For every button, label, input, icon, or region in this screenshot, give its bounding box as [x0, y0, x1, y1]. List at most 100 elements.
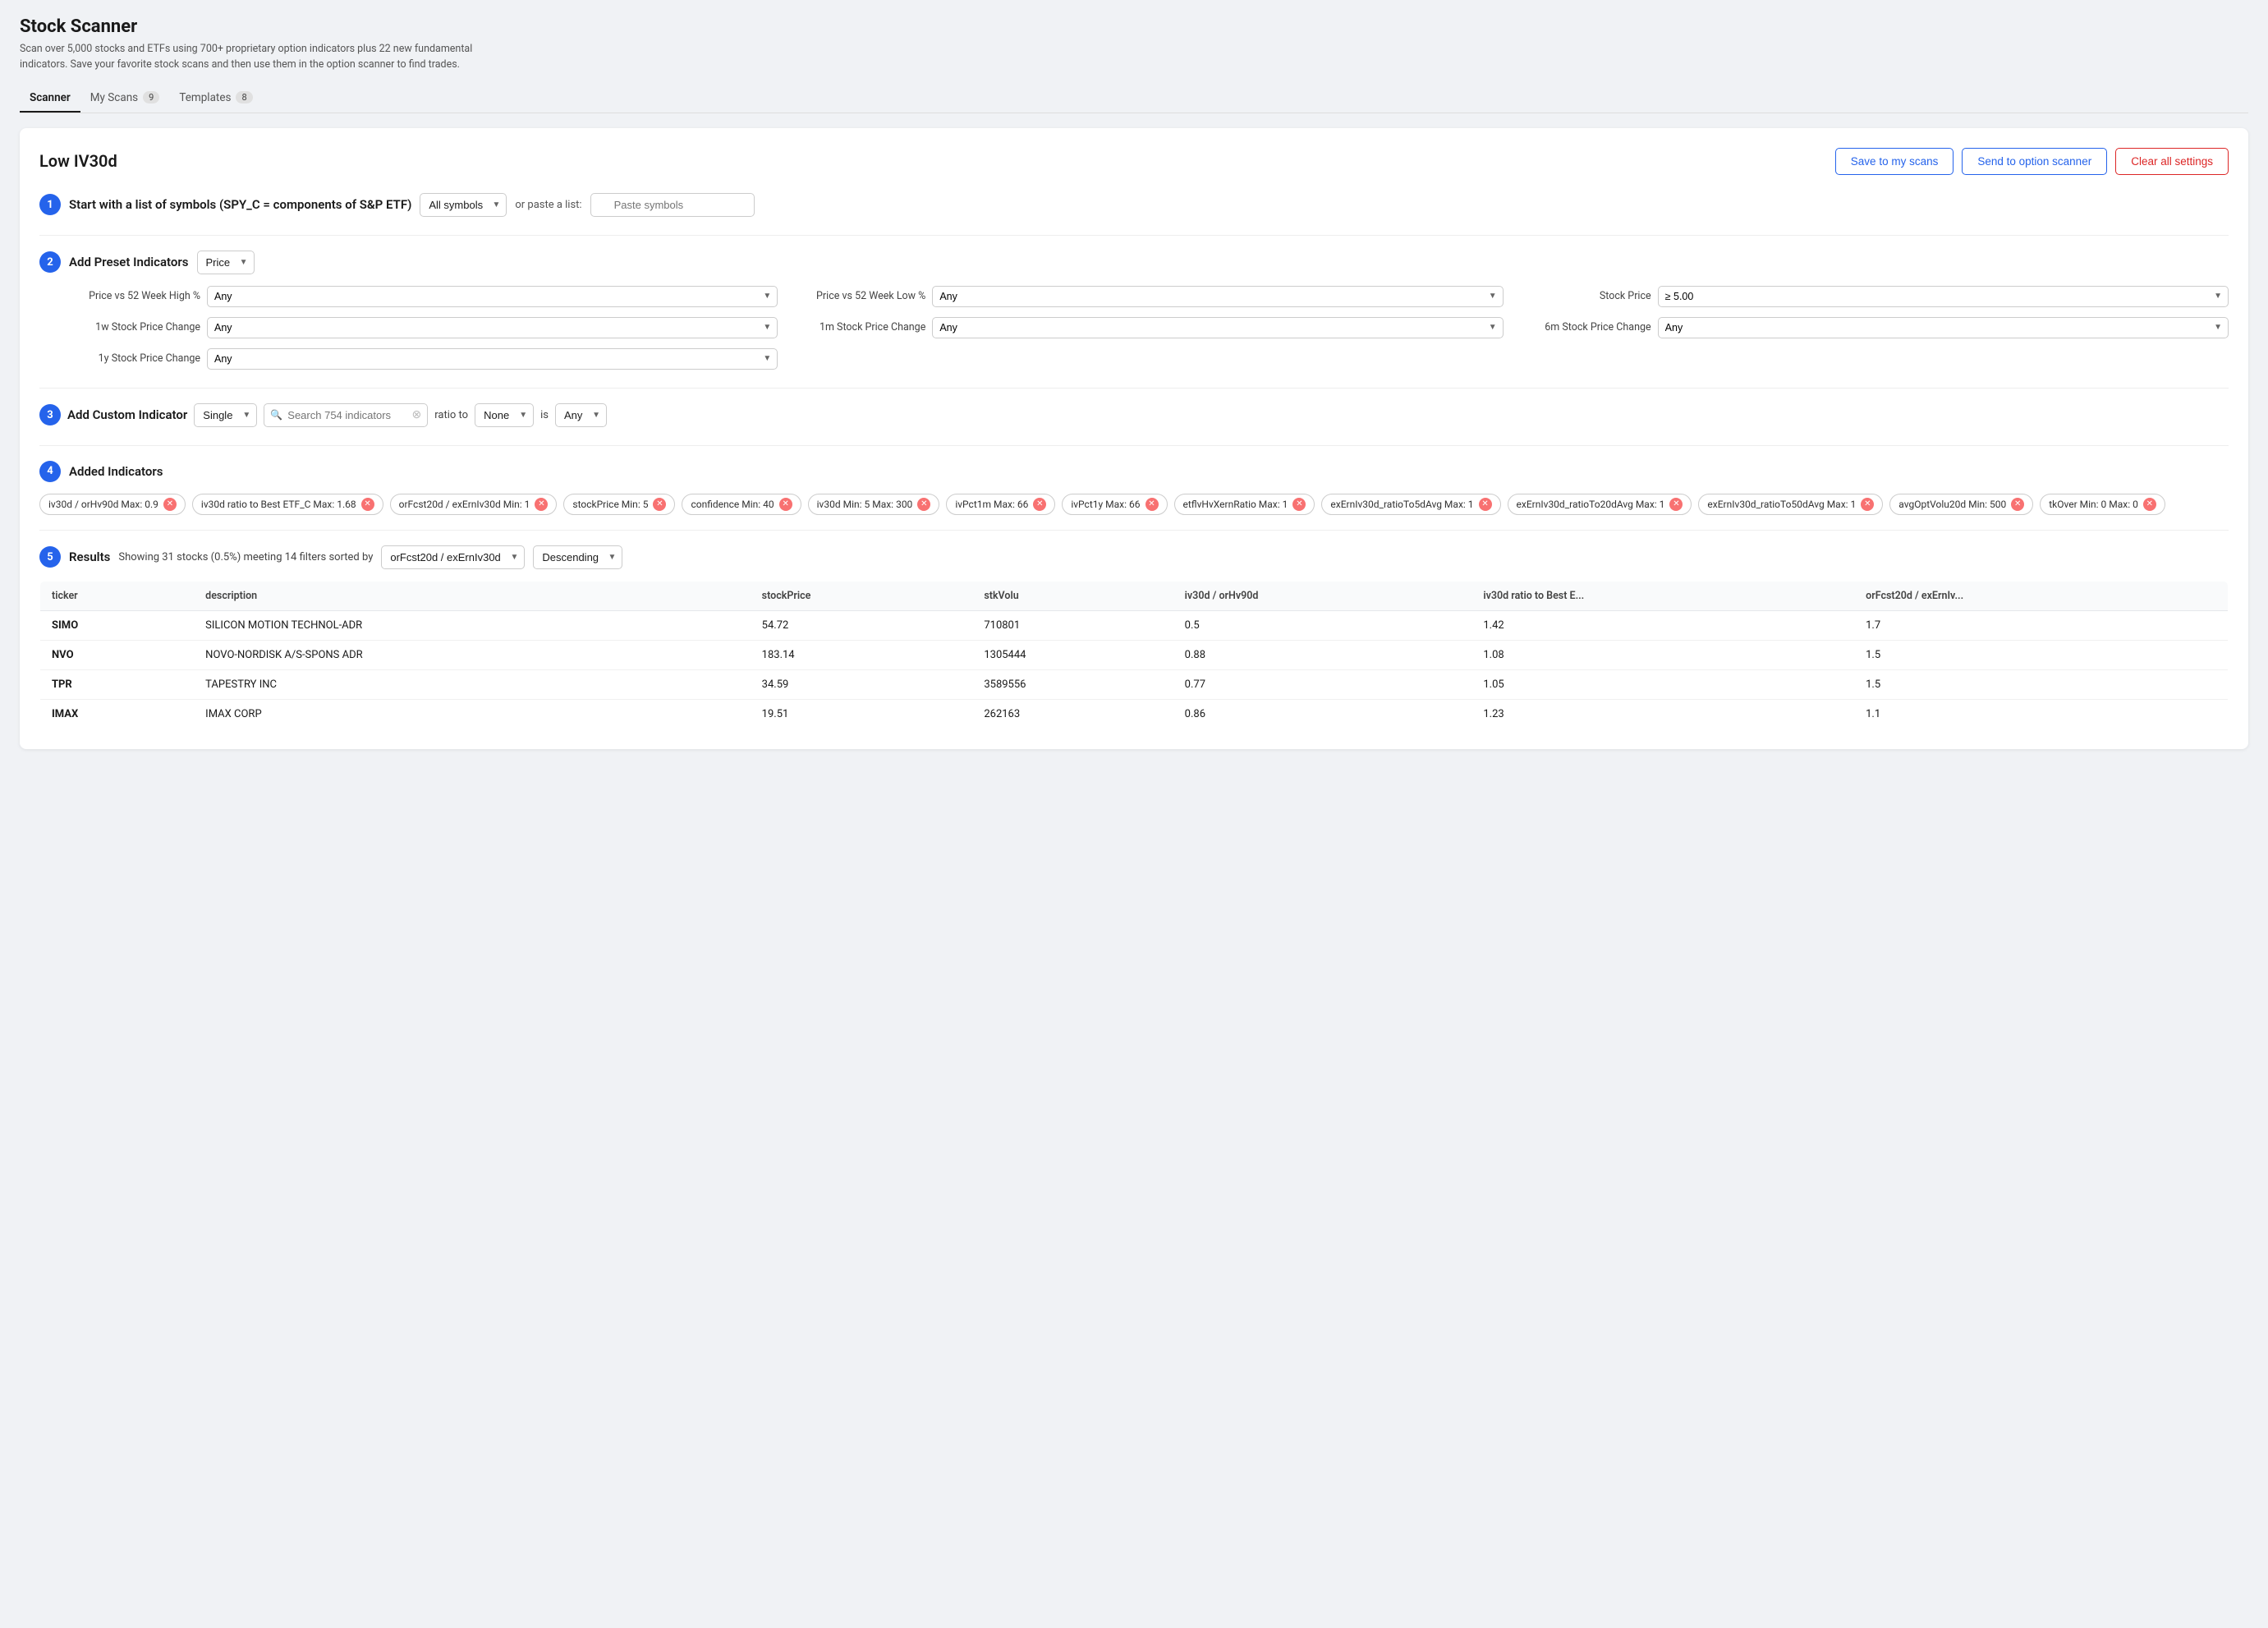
price-3: 19.51 [751, 699, 973, 729]
send-to-scanner-button[interactable]: Send to option scanner [1962, 148, 2107, 175]
step1-badge: 1 [39, 194, 61, 215]
results-info: Showing 31 stocks (0.5%) meeting 14 filt… [118, 551, 373, 563]
tag-close-9[interactable]: ✕ [1479, 498, 1492, 511]
tag-close-6[interactable]: ✕ [1033, 498, 1046, 511]
tag-label-1: iv30d ratio to Best ETF_C Max: 1.68 [201, 499, 356, 510]
tag-close-4[interactable]: ✕ [779, 498, 792, 511]
search-icon: 🔍 [270, 409, 282, 421]
tag-12: avgOptVolu20d Min: 500 ✕ [1889, 494, 2033, 515]
mode-select-wrap: Single ▼ [194, 403, 257, 427]
tag-label-6: ivPct1m Max: 66 [955, 499, 1028, 510]
symbol-select-wrap: All symbols ▼ [420, 193, 507, 217]
tag-2: orFcst20d / exErnIv30d Min: 1 ✕ [390, 494, 558, 515]
save-to-scans-button[interactable]: Save to my scans [1835, 148, 1954, 175]
indicator-label-5: 6m Stock Price Change [1520, 321, 1651, 333]
tab-my-scans[interactable]: My Scans 9 [80, 85, 170, 113]
price-0: 54.72 [751, 610, 973, 640]
sort-dir-select[interactable]: Descending [533, 545, 622, 569]
tag-label-11: exErnIv30d_ratioTo50dAvg Max: 1 [1707, 499, 1856, 510]
or-text: or paste a list: [515, 199, 581, 211]
step3-badge: 3 [39, 404, 61, 425]
desc-2: TAPESTRY INC [194, 669, 750, 699]
tag-close-11[interactable]: ✕ [1861, 498, 1874, 511]
indicator-row-4: 1m Stock Price Change Any ▼ [794, 317, 1503, 338]
indicator-select-1[interactable]: Any [932, 286, 1503, 307]
search-clear-icon[interactable]: ⊗ [412, 408, 422, 421]
results-table: ticker description stockPrice stkVolu iv… [39, 581, 2229, 729]
preset-select-wrap: Price ▼ [197, 251, 255, 274]
indicator-row-3: 1w Stock Price Change Any ▼ [69, 317, 778, 338]
step2-section: 2 Add Preset Indicators Price ▼ Price vs… [39, 251, 2229, 370]
indicator-select-wrap-2: ≥ 5.00 ▼ [1658, 286, 2229, 307]
tab-templates[interactable]: Templates 8 [169, 85, 262, 113]
symbol-select[interactable]: All symbols [420, 193, 507, 217]
tag-8: etflvHvXernRatio Max: 1 ✕ [1174, 494, 1315, 515]
templates-badge: 8 [236, 91, 252, 103]
orfcst-0: 1.7 [1854, 610, 2228, 640]
col-description: description [194, 581, 750, 610]
step4-label: Added Indicators [69, 464, 163, 479]
paste-input[interactable] [590, 193, 755, 217]
step5-badge: 5 [39, 546, 61, 568]
tag-0: iv30d / orHv90d Max: 0.9 ✕ [39, 494, 186, 515]
tag-close-0[interactable]: ✕ [163, 498, 177, 511]
col-iv30d-ratio: iv30d ratio to Best E... [1471, 581, 1854, 610]
tag-close-1[interactable]: ✕ [361, 498, 374, 511]
indicator-label-6: 1y Stock Price Change [69, 352, 200, 365]
tag-close-5[interactable]: ✕ [917, 498, 930, 511]
tag-close-13[interactable]: ✕ [2143, 498, 2156, 511]
step2-header-row: 2 Add Preset Indicators Price ▼ [39, 251, 2229, 274]
indicator-select-5[interactable]: Any [1658, 317, 2229, 338]
orfcst-3: 1.1 [1854, 699, 2228, 729]
tag-close-7[interactable]: ✕ [1145, 498, 1159, 511]
indicator-select-wrap-6: Any ▼ [207, 348, 778, 370]
indicator-select-4[interactable]: Any [932, 317, 1503, 338]
volu-1: 1305444 [972, 640, 1173, 669]
tag-close-10[interactable]: ✕ [1669, 498, 1683, 511]
sort-field-select-wrap: orFcst20d / exErnIv30d ▼ [381, 545, 525, 569]
indicator-row-2: Stock Price ≥ 5.00 ▼ [1520, 286, 2229, 307]
iv30d-3: 0.86 [1173, 699, 1472, 729]
indicator-select-wrap-3: Any ▼ [207, 317, 778, 338]
tag-3: stockPrice Min: 5 ✕ [563, 494, 675, 515]
page: Stock Scanner Scan over 5,000 stocks and… [0, 0, 2268, 1628]
indicator-select-0[interactable]: Any [207, 286, 778, 307]
scan-title: Low IV30d [39, 151, 117, 171]
indicator-select-wrap-5: Any ▼ [1658, 317, 2229, 338]
indicators-grid-container: Price vs 52 Week High % Any ▼ Price vs 5… [69, 286, 2229, 370]
mode-select[interactable]: Single [194, 403, 257, 427]
indicator-select-wrap-0: Any ▼ [207, 286, 778, 307]
step3-row: 3 Add Custom Indicator Single ▼ 🔍 ⊗ rati… [39, 403, 2229, 427]
results-table-header-row: ticker description stockPrice stkVolu iv… [40, 581, 2229, 610]
desc-0: SILICON MOTION TECHNOL-ADR [194, 610, 750, 640]
iv30d-0: 0.5 [1173, 610, 1472, 640]
tag-close-12[interactable]: ✕ [2011, 498, 2024, 511]
step5-section: 5 Results Showing 31 stocks (0.5%) meeti… [39, 545, 2229, 729]
indicator-select-3[interactable]: Any [207, 317, 778, 338]
tag-close-8[interactable]: ✕ [1292, 498, 1306, 511]
indicator-select-6[interactable]: Any [207, 348, 778, 370]
step4-section: 4 Added Indicators iv30d / orHv90d Max: … [39, 461, 2229, 515]
tag-close-3[interactable]: ✕ [653, 498, 666, 511]
ticker-1: NVO [40, 640, 195, 669]
tag-4: confidence Min: 40 ✕ [682, 494, 801, 515]
indicator-select-2[interactable]: ≥ 5.00 [1658, 286, 2229, 307]
ticker-3: IMAX [40, 699, 195, 729]
indicator-search-input[interactable] [264, 403, 428, 427]
price-1: 183.14 [751, 640, 973, 669]
volu-0: 710801 [972, 610, 1173, 640]
clear-all-settings-button[interactable]: Clear all settings [2115, 148, 2229, 175]
indicator-label-0: Price vs 52 Week High % [69, 290, 200, 302]
sort-field-select[interactable]: orFcst20d / exErnIv30d [381, 545, 525, 569]
preset-select[interactable]: Price [197, 251, 255, 274]
table-row-3: IMAX IMAX CORP 19.51 262163 0.86 1.23 1.… [40, 699, 2229, 729]
tab-scanner[interactable]: Scanner [20, 85, 80, 113]
tag-close-2[interactable]: ✕ [535, 498, 548, 511]
is-select[interactable]: Any [555, 403, 607, 427]
step2-badge: 2 [39, 251, 61, 273]
tag-label-10: exErnIv30d_ratioTo20dAvg Max: 1 [1517, 499, 1665, 510]
indicator-label-4: 1m Stock Price Change [794, 321, 925, 333]
tag-9: exErnIv30d_ratioTo5dAvg Max: 1 ✕ [1321, 494, 1500, 515]
ratio-select[interactable]: None [475, 403, 534, 427]
orfcst-1: 1.5 [1854, 640, 2228, 669]
